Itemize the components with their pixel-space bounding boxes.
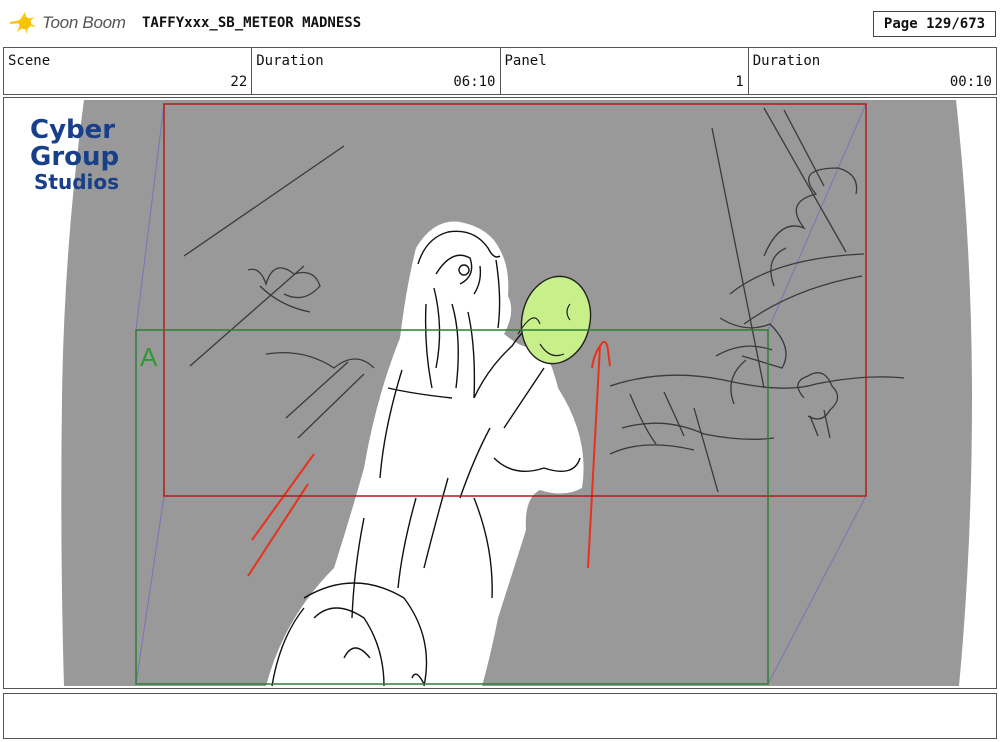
scene-duration-label: Duration: [256, 53, 324, 69]
scene-label: Scene: [8, 53, 51, 69]
panel-cell: Panel 1: [501, 48, 749, 94]
studio-logo-line-1: Cyber: [30, 115, 115, 145]
panel-duration-cell: Duration 00:10: [749, 48, 996, 94]
panel-caption-box[interactable]: [3, 693, 997, 739]
toon-boom-logo: Toon Boom: [8, 8, 126, 38]
document-title: TAFFYxxx_SB_METEOR MADNESS: [142, 15, 362, 31]
storyboard-panel: A Cyber Group Studios: [3, 97, 997, 689]
scene-cell: Scene 22: [4, 48, 253, 94]
storyboard-header: Toon Boom TAFFYxxx_SB_METEOR MADNESS Pag…: [0, 0, 1000, 46]
panel-info-row: Scene 22 Duration 06:10 Panel 1 Duration…: [3, 47, 997, 95]
scene-value: 22: [230, 74, 248, 90]
app-name: Toon Boom: [42, 13, 126, 32]
toon-boom-star-icon: [9, 12, 36, 34]
panel-label: Panel: [504, 53, 547, 69]
scene-duration-cell: Duration 06:10: [252, 48, 501, 94]
panel-value: 1: [735, 74, 744, 90]
panel-duration-value: 00:10: [949, 74, 992, 90]
scene-duration-value: 06:10: [453, 74, 496, 90]
studio-logo: Cyber Group Studios: [30, 115, 119, 194]
studio-logo-line-3: Studios: [34, 170, 119, 194]
page-indicator: Page 129/673: [873, 11, 996, 37]
panel-drawing: A Cyber Group Studios: [30, 100, 973, 687]
field-label: A: [140, 342, 158, 372]
studio-logo-line-2: Group: [30, 142, 119, 172]
panel-duration-label: Duration: [752, 53, 821, 69]
